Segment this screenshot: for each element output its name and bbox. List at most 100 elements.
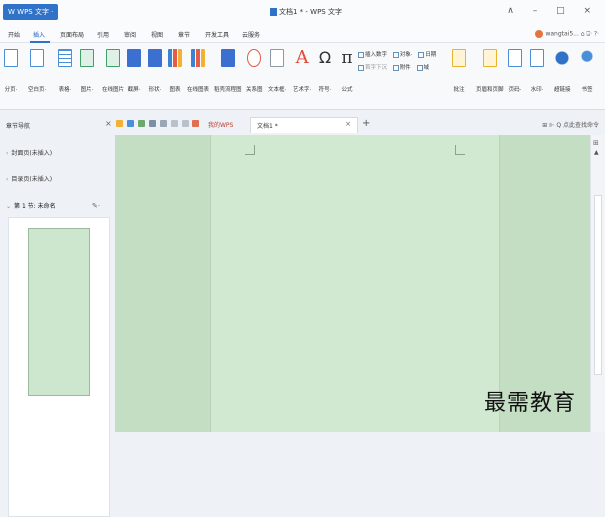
chevron-down-icon: ⌄ <box>6 203 12 210</box>
online-picture-icon <box>106 49 120 67</box>
date-icon <box>418 51 425 58</box>
save-icon[interactable] <box>126 120 134 127</box>
window-controls[interactable]: ∧ – □ × <box>507 6 599 16</box>
screenshot-icon <box>127 49 141 67</box>
flowchart-button[interactable]: 稻壳流程图 <box>214 49 242 93</box>
relation-icon <box>247 49 262 67</box>
blank-page-label: 空白页· <box>28 87 47 93</box>
tab-cloud-service[interactable]: 云服务 <box>242 30 260 39</box>
quick-access-toolbar <box>116 120 201 127</box>
close-icon[interactable]: × <box>105 119 112 128</box>
textbox-button[interactable]: 文本框· <box>268 49 286 93</box>
wordart-label: 艺术字· <box>293 87 312 93</box>
preview-icon[interactable] <box>159 120 167 127</box>
screenshot-label: 截屏· <box>127 87 141 93</box>
symbol-button[interactable]: Ω 符号· <box>318 49 332 94</box>
export-icon[interactable] <box>137 120 145 127</box>
ruler-toggle-icon[interactable]: ⊞ <box>593 139 599 147</box>
comment-icon <box>452 49 466 67</box>
date-button[interactable]: 日期 <box>418 49 436 62</box>
chart-button[interactable]: 图表 <box>168 49 182 93</box>
tab-developer[interactable]: 开发工具 <box>205 30 229 39</box>
watermark-icon <box>530 49 544 67</box>
nav-item-cover[interactable]: › 封面页(未插入) <box>6 148 52 157</box>
attachment-button[interactable]: 附件 <box>392 62 411 75</box>
attachment-icon <box>392 64 399 71</box>
print-icon[interactable] <box>148 120 156 127</box>
tab-chapter[interactable]: 章节 <box>178 30 190 39</box>
formula-button[interactable]: π 公式 <box>340 49 354 93</box>
tab-insert[interactable]: 插入 <box>33 30 45 39</box>
tab-review[interactable]: 审阅 <box>124 30 136 39</box>
user-area[interactable]: wangtai5... ⌂ ⍈· ?· <box>535 30 599 39</box>
tab-references[interactable]: 引用 <box>97 30 109 39</box>
ribbon-mini-group: 插入数字 对象· 日期 首字下沉 附件 域 <box>358 49 440 75</box>
vertical-scrollbar[interactable]: ⊞ ▲ <box>590 135 605 432</box>
table-icon <box>58 49 72 67</box>
shape-button[interactable]: 形状· <box>148 49 162 93</box>
watermark-button[interactable]: 水印· <box>530 49 544 93</box>
attachment-label: 附件 <box>399 65 411 71</box>
nav-item-section-1[interactable]: ⌄ 第 1 节: 未命名 <box>6 201 56 210</box>
wordart-icon: A <box>295 47 309 68</box>
command-search[interactable]: ⊞ ⊩ Q 点此查找命令 <box>542 120 599 129</box>
new-tab-icon[interactable]: + <box>362 118 370 129</box>
document-page[interactable] <box>210 135 500 432</box>
tab-document[interactable]: 文档1 * × <box>250 117 358 133</box>
drop-cap-button[interactable]: 首字下沉 <box>358 62 387 75</box>
screenshot-button[interactable]: 截屏· <box>127 49 141 93</box>
format-painter-icon[interactable] <box>192 120 200 127</box>
document-icon <box>270 8 277 16</box>
formula-label: 公式 <box>341 87 353 93</box>
nav-item-label: 第 1 节: 未命名 <box>14 203 56 210</box>
insert-number-label: 插入数字 <box>365 52 388 58</box>
undo-icon[interactable] <box>170 120 178 127</box>
scroll-up-icon[interactable]: ▲ <box>594 149 599 156</box>
online-picture-button[interactable]: 在线图片 <box>102 49 124 93</box>
symbol-label: 符号· <box>318 87 332 93</box>
tab-my-wps[interactable]: 我的WPS <box>202 117 239 133</box>
page-number-icon <box>508 49 522 67</box>
blank-page-icon <box>30 49 45 67</box>
picture-label: 图片· <box>80 87 94 93</box>
menu-bar: 开始 插入 页面布局 引用 审阅 视图 章节 开发工具 云服务 wangtai5… <box>0 26 605 43</box>
blank-page-button[interactable]: 空白页· <box>28 49 46 93</box>
window-title: 文档1 * - WPS 文字 <box>270 7 342 17</box>
tab-view[interactable]: 视图 <box>151 30 163 39</box>
nav-pane-title: 章节导航 <box>6 123 31 130</box>
redo-icon[interactable] <box>181 120 189 127</box>
field-icon <box>416 64 423 71</box>
relation-chart-button[interactable]: 关系图 <box>246 49 263 93</box>
comment-label: 批注 <box>453 87 465 93</box>
pencil-icon[interactable]: ✎· <box>92 202 100 210</box>
hyperlink-icon <box>555 49 570 67</box>
page-break-button[interactable]: 分页· <box>4 49 18 93</box>
open-icon[interactable] <box>116 120 123 127</box>
online-chart-button[interactable]: 在线图表 <box>187 49 209 93</box>
watermark-label: 水印· <box>530 87 544 93</box>
hyperlink-button[interactable]: 超链接 <box>554 49 571 93</box>
object-label: 对象· <box>399 52 413 58</box>
app-menu-button[interactable]: W WPS 文字 · <box>3 4 59 20</box>
online-chart-label: 在线图表 <box>187 87 210 93</box>
tab-page-layout[interactable]: 页面布局 <box>60 30 84 39</box>
ribbon: 分页· 空白页· 表格· 图片· 在线图片 截屏· 形状· 图表 在线图表 稻壳… <box>0 43 605 110</box>
page-number-button[interactable]: 页码· <box>508 49 522 93</box>
tab-close-icon[interactable]: × <box>345 120 351 128</box>
picture-button[interactable]: 图片· <box>80 49 94 93</box>
bookmark-button[interactable]: 书签 <box>580 49 594 93</box>
field-button[interactable]: 域 <box>416 62 429 75</box>
table-button[interactable]: 表格· <box>58 49 72 93</box>
insert-number-button[interactable]: 插入数字 <box>358 49 387 62</box>
wordart-button[interactable]: A 艺术字· <box>293 47 312 94</box>
tab-home[interactable]: 开始 <box>8 30 20 39</box>
nav-item-toc[interactable]: › 目录页(未插入) <box>6 174 52 183</box>
drop-cap-label: 首字下沉 <box>365 65 388 71</box>
page-thumbnail[interactable] <box>28 228 90 396</box>
table-label: 表格· <box>58 87 72 93</box>
header-footer-button[interactable]: 页眉和页脚 <box>476 49 504 93</box>
scrollbar-thumb[interactable] <box>594 195 602 375</box>
object-button[interactable]: 对象· <box>392 49 413 62</box>
comment-button[interactable]: 批注 <box>452 49 466 93</box>
header-footer-label: 页眉和页脚 <box>476 87 504 93</box>
